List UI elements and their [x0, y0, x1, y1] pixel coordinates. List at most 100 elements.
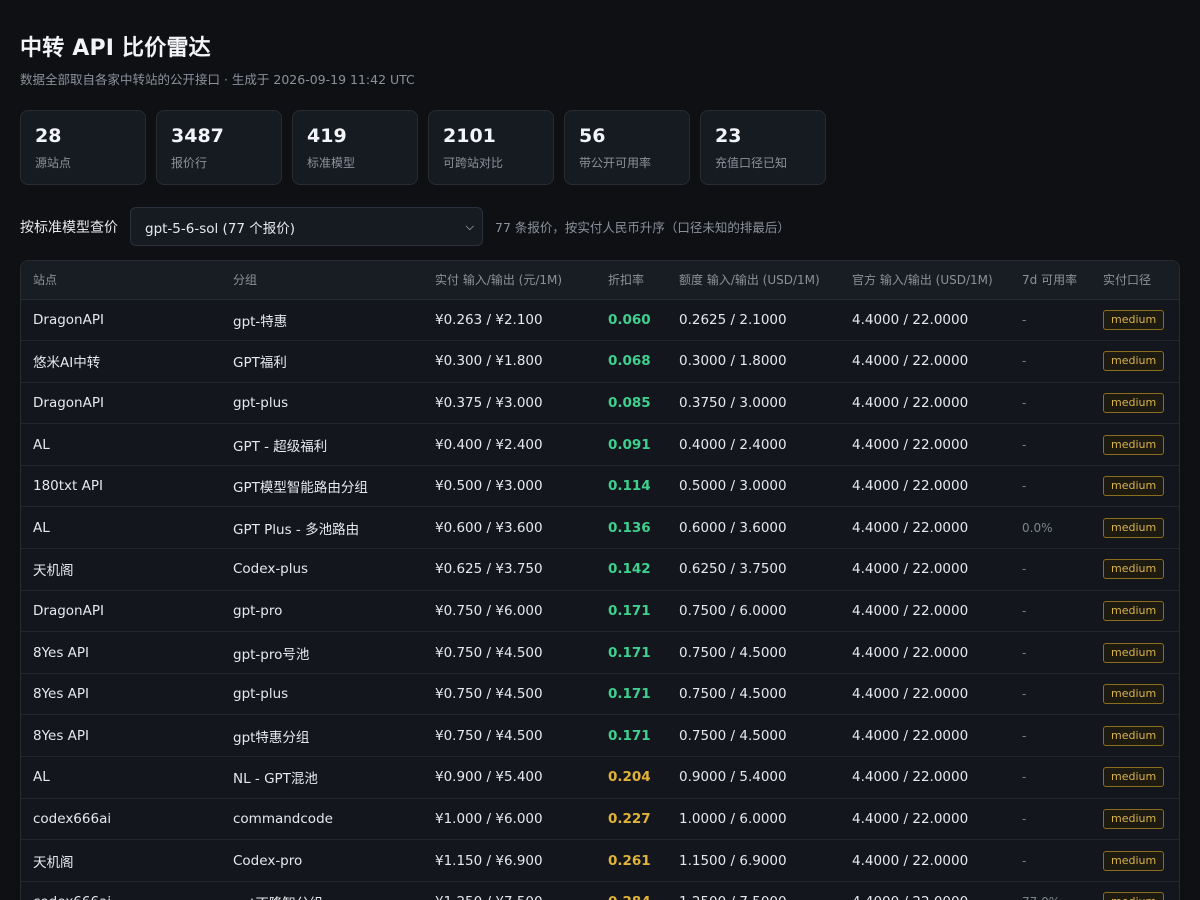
table-row[interactable]: 180txt API GPT模型智能路由分组 ¥0.500 / ¥3.000 0.11… [21, 465, 1179, 508]
table-row[interactable]: codex666ai commandcode ¥1.000 / ¥6.000 0.22… [21, 798, 1179, 841]
cell-official-price: 4.4000 / 22.0000 [840, 756, 1010, 799]
table-row[interactable]: codex666aigpt不降智分组¥1.250 / ¥7.5000.2841.… [21, 881, 1179, 900]
cell-site: DragonAPI [21, 382, 221, 425]
table-row[interactable]: DragonAPI gpt-pro ¥0.750 / ¥6.000 0.171 0.75… [21, 590, 1179, 633]
cell-group: Codex-plus [221, 548, 423, 591]
cell-basis: medium [1091, 340, 1179, 383]
cell-paid-price: ¥0.263 / ¥2.100 [423, 299, 596, 342]
cell-paid-price: ¥0.375 / ¥3.000 [423, 382, 596, 425]
cell-discount-rate: 0.261 [596, 839, 667, 882]
cell-site: AL [21, 756, 221, 799]
table-row[interactable]: 悠米AI中转 GPT福利 ¥0.300 / ¥1.800 0.068 0.3000 / … [21, 340, 1179, 383]
basis-badge: medium [1103, 642, 1165, 663]
cell-official-price: 4.4000 / 22.0000 [840, 839, 1010, 882]
model-select-label: 按标准模型查价 [20, 219, 118, 236]
table-row[interactable]: AL NL - GPT混池 ¥0.900 / ¥5.400 0.204 0.9000 /… [21, 756, 1179, 799]
cell-group: gpt特惠分组 [221, 714, 423, 758]
cell-paid-price: ¥1.250 / ¥7.500 [423, 881, 596, 900]
table-row[interactable]: AL GPT Plus - 多池路由 ¥0.600 / ¥3.600 0.136 0.6… [21, 506, 1179, 550]
cell-discount-rate: 0.068 [596, 340, 667, 383]
table-row[interactable]: 天机阁 Codex-pro ¥1.150 / ¥6.900 0.261 1.1500 /… [21, 839, 1179, 882]
table-body: DragonAPI gpt-特惠 ¥0.263 / ¥2.100 0.060 0.262… [21, 299, 1179, 900]
table-row[interactable]: 8Yes API gpt-pro号池 ¥0.750 / ¥4.500 0.171 0.7… [21, 631, 1179, 674]
cell-availability: - [1010, 798, 1091, 841]
cell-paid-price: ¥1.000 / ¥6.000 [423, 798, 596, 841]
basis-badge: medium [1103, 392, 1165, 413]
cell-availability: - [1010, 548, 1091, 591]
table-row[interactable]: DragonAPI gpt-plus ¥0.375 / ¥3.000 0.085 0.3… [21, 382, 1179, 425]
cell-group: GPT - 超级福利 [221, 423, 423, 466]
cell-group: gpt-pro号池 [221, 631, 423, 674]
cell-discount-rate: 0.227 [596, 798, 667, 841]
cell-paid-price: ¥0.750 / ¥4.500 [423, 714, 596, 758]
table-row[interactable]: 8Yes API gpt-plus ¥0.750 / ¥4.500 0.171 0.75… [21, 673, 1179, 716]
basis-badge: medium [1103, 850, 1165, 871]
column-header-paid[interactable]: 实付 输入/输出 (元/1M) [423, 261, 596, 300]
cell-group: gpt-pro [221, 590, 423, 633]
cell-quota-price: 0.2625 / 2.1000 [667, 299, 840, 342]
column-header-group[interactable]: 分组 [221, 261, 423, 300]
column-header-discount[interactable]: 折扣率 [596, 261, 667, 300]
cell-discount-rate: 0.091 [596, 423, 667, 466]
cell-basis: medium [1091, 548, 1179, 591]
cell-basis: medium [1091, 506, 1179, 550]
cell-paid-price: ¥1.150 / ¥6.900 [423, 839, 596, 882]
model-select[interactable]: gpt-5-6-sol (77 个报价) ⌵ [130, 207, 483, 246]
cell-availability: 77.0% [1010, 881, 1091, 900]
basis-badge: medium [1103, 434, 1165, 455]
stat-card-comparable: 2101 可跨站对比 [428, 110, 554, 185]
cell-discount-rate: 0.204 [596, 756, 667, 799]
cell-basis: medium [1091, 299, 1179, 342]
model-query-bar: 按标准模型查价 gpt-5-6-sol (77 个报价) ⌵ 77 条报价，按实… [20, 207, 790, 246]
cell-discount-rate: 0.171 [596, 590, 667, 633]
stat-value: 28 [35, 125, 62, 147]
stat-card-quotes: 3487 报价行 [156, 110, 282, 185]
basis-badge: medium [1103, 767, 1165, 788]
table-row[interactable]: 8Yes API gpt特惠分组 ¥0.750 / ¥4.500 0.171 0.750… [21, 714, 1179, 758]
cell-basis: medium [1091, 423, 1179, 466]
cell-discount-rate: 0.171 [596, 673, 667, 716]
stat-label: 充值口径已知 [715, 156, 788, 170]
column-header-basis[interactable]: 实付口径 [1091, 261, 1179, 300]
cell-basis: medium [1091, 839, 1179, 882]
cell-basis: medium [1091, 465, 1179, 508]
cell-discount-rate: 0.060 [596, 299, 667, 342]
cell-site: 8Yes API [21, 714, 221, 758]
stat-card-recharge: 23 充值口径已知 [700, 110, 826, 185]
cell-basis: medium [1091, 756, 1179, 799]
basis-badge: medium [1103, 684, 1165, 705]
cell-availability: - [1010, 465, 1091, 508]
cell-official-price: 4.4000 / 22.0000 [840, 340, 1010, 383]
cell-basis: medium [1091, 798, 1179, 841]
table-row[interactable]: 天机阁 Codex-plus ¥0.625 / ¥3.750 0.142 0.6250 … [21, 548, 1179, 591]
basis-badge: medium [1103, 559, 1165, 580]
table-row[interactable]: DragonAPI gpt-特惠 ¥0.263 / ¥2.100 0.060 0.262… [21, 299, 1179, 342]
basis-badge: medium [1103, 808, 1165, 829]
cell-paid-price: ¥0.500 / ¥3.000 [423, 465, 596, 508]
chevron-down-icon: ⌵ [465, 219, 474, 233]
cell-quota-price: 0.3750 / 3.0000 [667, 382, 840, 425]
stat-card-sites: 28 源站点 [20, 110, 146, 185]
cell-quota-price: 0.3000 / 1.8000 [667, 340, 840, 383]
column-header-site[interactable]: 站点 [21, 261, 221, 300]
cell-site: DragonAPI [21, 299, 221, 342]
table-row[interactable]: AL GPT - 超级福利 ¥0.400 / ¥2.400 0.091 0.4000 /… [21, 423, 1179, 466]
column-header-quota[interactable]: 额度 输入/输出 (USD/1M) [667, 261, 840, 300]
cell-paid-price: ¥0.300 / ¥1.800 [423, 340, 596, 383]
cell-paid-price: ¥0.750 / ¥4.500 [423, 631, 596, 674]
column-header-official[interactable]: 官方 输入/输出 (USD/1M) [840, 261, 1010, 300]
cell-quota-price: 0.4000 / 2.4000 [667, 423, 840, 466]
column-header-availability[interactable]: 7d 可用率 [1010, 261, 1091, 300]
cell-availability: - [1010, 590, 1091, 633]
basis-badge: medium [1103, 600, 1165, 621]
cell-quota-price: 0.9000 / 5.4000 [667, 756, 840, 799]
cell-availability: - [1010, 631, 1091, 674]
result-summary: 77 条报价，按实付人民币升序（口径未知的排最后） [495, 220, 790, 235]
cell-availability: - [1010, 673, 1091, 716]
cell-paid-price: ¥0.400 / ¥2.400 [423, 423, 596, 466]
cell-group: GPT福利 [221, 340, 423, 383]
cell-quota-price: 1.2500 / 7.5000 [667, 881, 840, 900]
cell-official-price: 4.4000 / 22.0000 [840, 881, 1010, 900]
stat-value: 56 [579, 125, 606, 147]
cell-paid-price: ¥0.750 / ¥6.000 [423, 590, 596, 633]
